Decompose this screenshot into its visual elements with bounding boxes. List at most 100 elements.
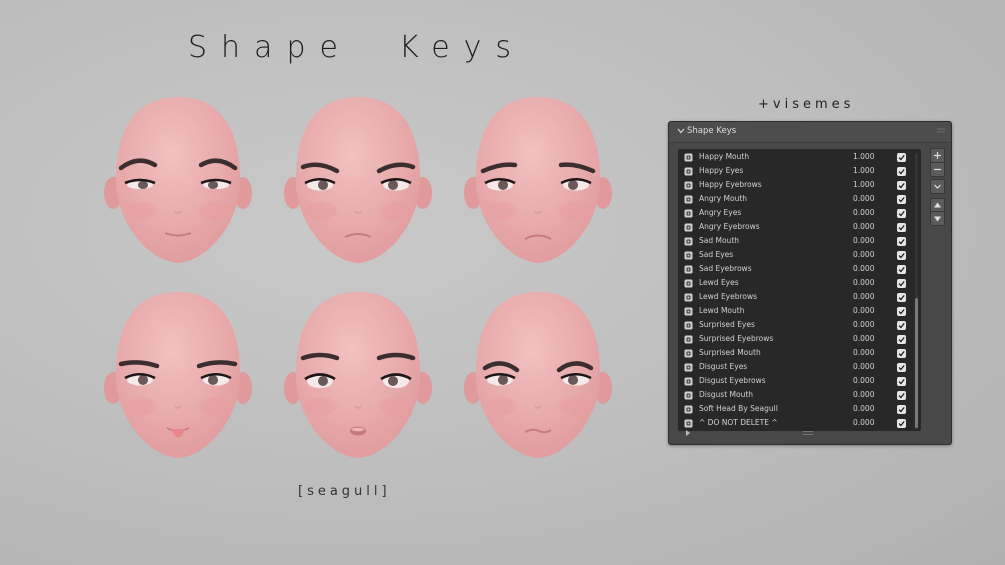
shape-key-row[interactable]: Surprised Eyes 0.000	[678, 319, 921, 333]
shape-key-row[interactable]: Disgust Eyebrows 0.000	[678, 375, 921, 389]
shape-key-row[interactable]: Angry Eyes 0.000	[678, 207, 921, 221]
shape-key-mute-checkbox[interactable]	[897, 265, 906, 274]
shape-key-row[interactable]: Soft Head By Seagull 0.000	[678, 403, 921, 417]
shape-key-name[interactable]: Angry Eyebrows	[699, 222, 760, 231]
scrollbar-thumb[interactable]	[915, 298, 918, 428]
checkmark-icon	[898, 168, 905, 175]
shape-key-value[interactable]: 0.000	[853, 264, 874, 273]
checkmark-icon	[898, 280, 905, 287]
shape-key-name[interactable]: Disgust Eyebrows	[699, 376, 766, 385]
shape-key-value[interactable]: 0.000	[853, 292, 874, 301]
shape-key-name[interactable]: Happy Eyes	[699, 166, 743, 175]
shape-key-mute-checkbox[interactable]	[897, 321, 906, 330]
shape-key-name[interactable]: Sad Eyebrows	[699, 264, 752, 273]
shape-key-mute-checkbox[interactable]	[897, 419, 906, 428]
shape-key-icon	[684, 293, 693, 302]
shape-key-row[interactable]: Happy Mouth 1.000	[678, 151, 921, 165]
shape-key-icon	[684, 335, 693, 344]
shape-key-value[interactable]: 0.000	[853, 404, 874, 413]
expand-arrow-icon[interactable]	[684, 429, 692, 437]
shape-key-list[interactable]: Happy Mouth 1.000 Happy Eyes 1.000 Happy Eye…	[678, 149, 921, 431]
shape-key-row[interactable]: Sad Eyes 0.000	[678, 249, 921, 263]
shape-key-value[interactable]: 0.000	[853, 306, 874, 315]
shape-key-name[interactable]: Disgust Mouth	[699, 390, 753, 399]
shape-key-value[interactable]: 0.000	[853, 278, 874, 287]
shape-key-name[interactable]: Lewd Mouth	[699, 306, 744, 315]
shape-key-row[interactable]: ^ DO NOT DELETE ^ 0.000	[678, 417, 921, 431]
shape-key-value[interactable]: 0.000	[853, 194, 874, 203]
shape-key-name[interactable]: Lewd Eyes	[699, 278, 739, 287]
shape-key-mute-checkbox[interactable]	[897, 153, 906, 162]
shape-key-row[interactable]: Lewd Eyebrows 0.000	[678, 291, 921, 305]
shape-key-name[interactable]: Disgust Eyes	[699, 362, 747, 371]
shape-key-row[interactable]: Happy Eyes 1.000	[678, 165, 921, 179]
shape-key-row[interactable]: Sad Eyebrows 0.000	[678, 263, 921, 277]
shape-key-icon	[684, 349, 693, 358]
shape-key-name[interactable]: Surprised Mouth	[699, 348, 761, 357]
list-scrollbar[interactable]	[915, 153, 918, 429]
shape-key-row[interactable]: Happy Eyebrows 1.000	[678, 179, 921, 193]
shape-key-name[interactable]: Happy Mouth	[699, 152, 749, 161]
checkmark-icon	[898, 266, 905, 273]
shape-key-value[interactable]: 1.000	[853, 152, 874, 161]
add-shape-key-button[interactable]	[930, 148, 945, 163]
shape-key-row[interactable]: Disgust Eyes 0.000	[678, 361, 921, 375]
shape-key-mute-checkbox[interactable]	[897, 279, 906, 288]
shape-key-row[interactable]: Lewd Eyes 0.000	[678, 277, 921, 291]
shape-key-mute-checkbox[interactable]	[897, 293, 906, 302]
shape-key-mute-checkbox[interactable]	[897, 251, 906, 260]
chevron-down-icon[interactable]	[676, 126, 686, 136]
shape-key-mute-checkbox[interactable]	[897, 377, 906, 386]
shape-key-mute-checkbox[interactable]	[897, 237, 906, 246]
shape-key-name[interactable]: Angry Eyes	[699, 208, 741, 217]
list-resize-handle-icon[interactable]	[803, 430, 813, 436]
shape-key-value[interactable]: 1.000	[853, 180, 874, 189]
specials-menu-button[interactable]	[930, 179, 945, 194]
shape-key-value[interactable]: 0.000	[853, 362, 874, 371]
shape-key-name[interactable]: ^ DO NOT DELETE ^	[699, 418, 778, 427]
shape-key-mute-checkbox[interactable]	[897, 349, 906, 358]
shape-key-name[interactable]: Angry Mouth	[699, 194, 747, 203]
shape-key-mute-checkbox[interactable]	[897, 223, 906, 232]
shape-key-mute-checkbox[interactable]	[897, 335, 906, 344]
shape-key-row[interactable]: Sad Mouth 0.000	[678, 235, 921, 249]
shape-key-value[interactable]: 0.000	[853, 320, 874, 329]
shape-key-value[interactable]: 0.000	[853, 376, 874, 385]
checkmark-icon	[898, 378, 905, 385]
move-down-button[interactable]	[930, 211, 945, 226]
shape-key-mute-checkbox[interactable]	[897, 167, 906, 176]
shape-key-value[interactable]: 1.000	[853, 166, 874, 175]
shape-key-value[interactable]: 0.000	[853, 418, 874, 427]
shape-key-row[interactable]: Disgust Mouth 0.000	[678, 389, 921, 403]
shape-key-row[interactable]: Angry Mouth 0.000	[678, 193, 921, 207]
shape-key-mute-checkbox[interactable]	[897, 209, 906, 218]
shape-key-row[interactable]: Surprised Mouth 0.000	[678, 347, 921, 361]
shape-key-row[interactable]: Angry Eyebrows 0.000	[678, 221, 921, 235]
shape-key-mute-checkbox[interactable]	[897, 195, 906, 204]
shape-key-value[interactable]: 0.000	[853, 236, 874, 245]
shape-key-value[interactable]: 0.000	[853, 348, 874, 357]
shape-key-mute-checkbox[interactable]	[897, 391, 906, 400]
shape-key-value[interactable]: 0.000	[853, 334, 874, 343]
shape-key-name[interactable]: Sad Mouth	[699, 236, 739, 245]
shape-key-mute-checkbox[interactable]	[897, 181, 906, 190]
shape-key-mute-checkbox[interactable]	[897, 307, 906, 316]
shape-key-value[interactable]: 0.000	[853, 208, 874, 217]
shape-key-name[interactable]: Surprised Eyebrows	[699, 334, 773, 343]
shape-key-name[interactable]: Soft Head By Seagull	[699, 404, 778, 413]
shape-key-row[interactable]: Surprised Eyebrows 0.000	[678, 333, 921, 347]
panel-header[interactable]: Shape Keys	[669, 122, 951, 143]
drag-handle-icon[interactable]	[937, 128, 945, 134]
shape-key-name[interactable]: Sad Eyes	[699, 250, 733, 259]
shape-key-name[interactable]: Lewd Eyebrows	[699, 292, 757, 301]
shape-key-name[interactable]: Happy Eyebrows	[699, 180, 762, 189]
shape-key-mute-checkbox[interactable]	[897, 405, 906, 414]
plus-icon	[934, 152, 941, 159]
shape-key-row[interactable]: Lewd Mouth 0.000	[678, 305, 921, 319]
shape-key-value[interactable]: 0.000	[853, 250, 874, 259]
remove-shape-key-button[interactable]	[930, 162, 945, 177]
shape-key-value[interactable]: 0.000	[853, 222, 874, 231]
shape-key-name[interactable]: Surprised Eyes	[699, 320, 755, 329]
shape-key-value[interactable]: 0.000	[853, 390, 874, 399]
shape-key-mute-checkbox[interactable]	[897, 363, 906, 372]
